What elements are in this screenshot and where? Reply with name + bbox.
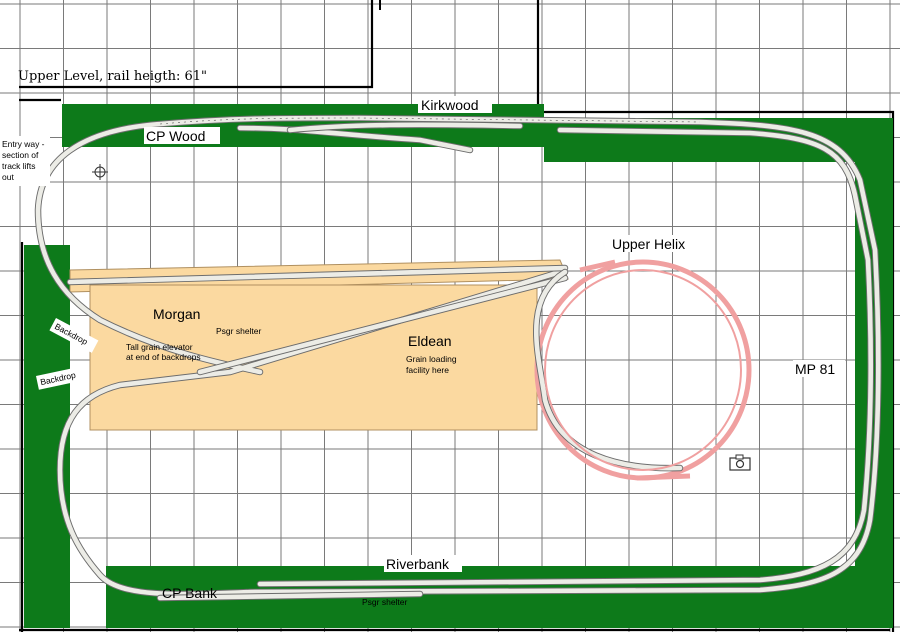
label-kirkwood: Kirkwood	[421, 97, 479, 113]
plan-title: Upper Level, rail heigth: 61"	[18, 69, 207, 84]
note-grain-elevator-2: at end of backdrops	[126, 352, 201, 362]
crosshair-icon	[92, 164, 108, 180]
label-upper-helix: Upper Helix	[612, 236, 685, 252]
note-grain-elevator-1: Tall grain elevator	[126, 342, 193, 352]
note-entry-4: out	[2, 172, 14, 182]
note-grain-loading-1: Grain loading	[406, 354, 457, 364]
note-psgr-shelter-morgan: Psgr shelter	[216, 326, 262, 336]
note-entry-2: section of	[2, 150, 39, 160]
note-psgr-shelter-riverbank: Psgr shelter	[362, 597, 408, 607]
note-entry-3: track lifts	[2, 161, 36, 171]
label-morgan: Morgan	[153, 306, 200, 322]
label-cp-bank: CP Bank	[162, 585, 218, 601]
track-plan: Upper Level, rail heigth: 61" Kirkwood C…	[0, 0, 900, 632]
label-mp81: MP 81	[795, 361, 835, 377]
label-eldean: Eldean	[408, 333, 452, 349]
note-grain-loading-2: facility here	[406, 365, 449, 375]
upper-helix	[534, 259, 752, 481]
camera-icon	[729, 454, 751, 471]
label-cp-wood: CP Wood	[146, 128, 205, 144]
label-riverbank: Riverbank	[386, 556, 450, 572]
note-entry-1: Entry way -	[2, 139, 45, 149]
